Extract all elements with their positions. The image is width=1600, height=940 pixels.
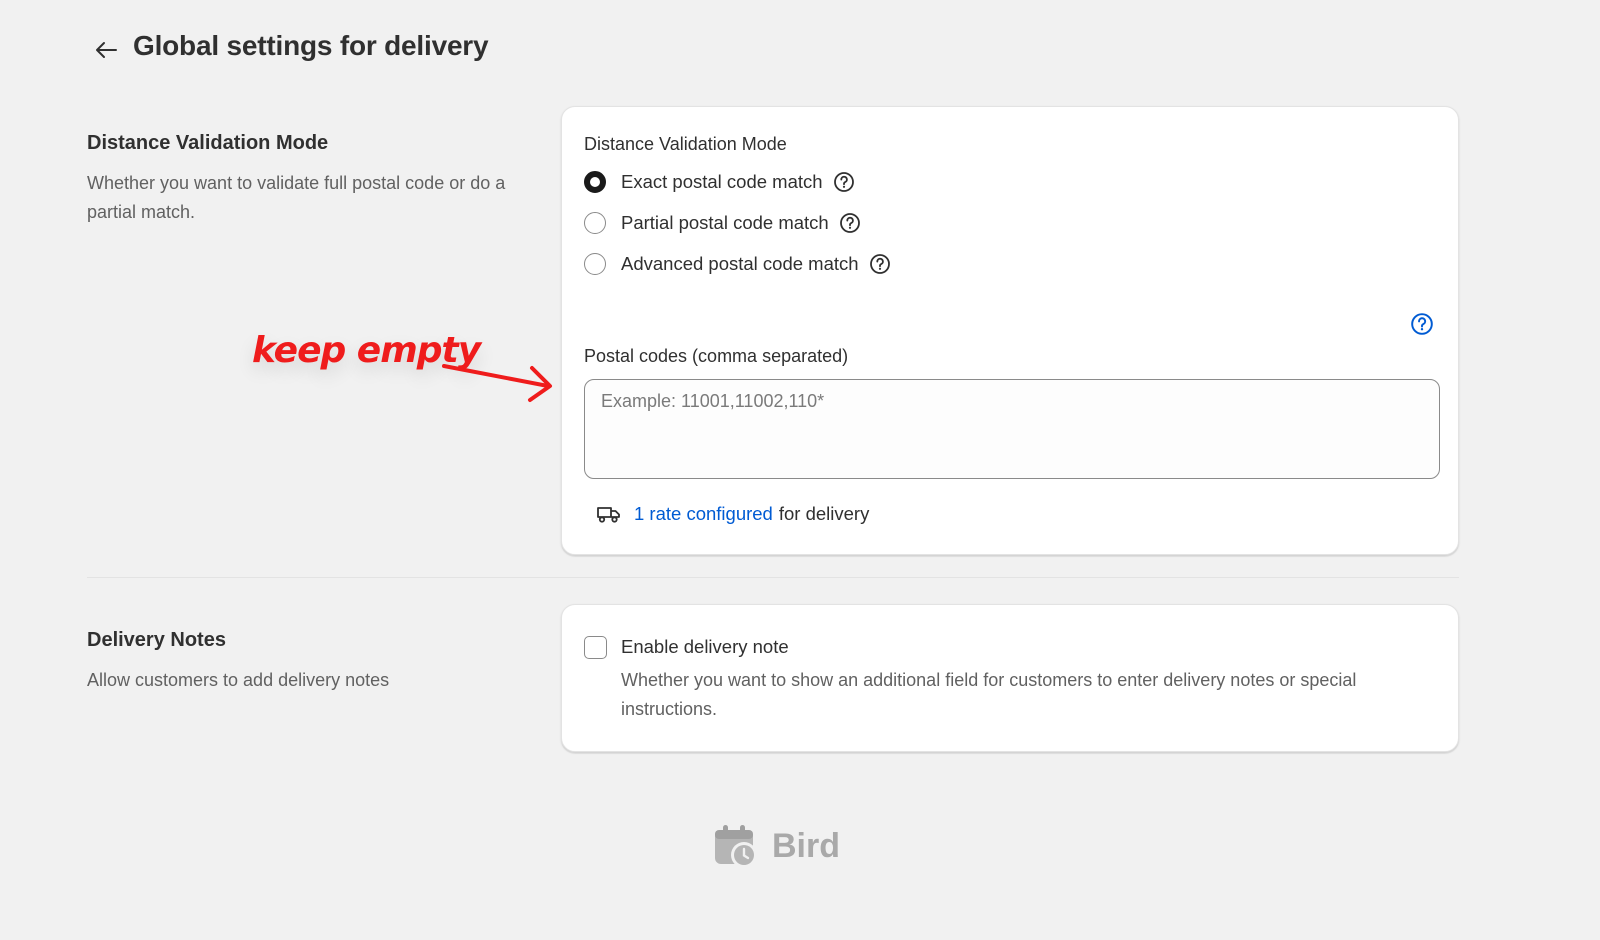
radio-exact-match-label: Exact postal code match xyxy=(621,171,823,192)
radio-advanced-match[interactable]: Advanced postal code match xyxy=(584,253,891,275)
truck-icon xyxy=(597,507,620,523)
calendar-clock-icon xyxy=(715,825,757,868)
postal-codes-help-icon[interactable] xyxy=(1410,312,1434,336)
page: Global settings for delivery Distance Va… xyxy=(0,0,1600,940)
notes-section-description: Allow customers to add delivery notes xyxy=(87,670,390,690)
postal-codes-label: Postal codes (comma separated) xyxy=(584,346,849,366)
rate-configured-row: 1 rate configured for delivery xyxy=(596,503,869,525)
radio-advanced-match-control[interactable] xyxy=(584,253,606,275)
radio-exact-match-control[interactable] xyxy=(584,171,606,193)
question-circle-icon[interactable] xyxy=(839,212,861,234)
radio-advanced-match-label: Advanced postal code match xyxy=(621,253,859,274)
bird-logo: Bird xyxy=(712,822,840,870)
distance-validation-card: Distance Validation Mode Exact postal co… xyxy=(561,106,1459,555)
arrow-left-icon xyxy=(96,42,117,58)
postal-codes-input[interactable] xyxy=(584,379,1440,479)
rate-configured-suffix: for delivery xyxy=(778,503,870,524)
distance-section-title: Distance Validation Mode xyxy=(87,132,329,154)
question-circle-icon[interactable] xyxy=(833,171,855,193)
radio-partial-match[interactable]: Partial postal code match xyxy=(584,212,861,234)
distance-mode-label: Distance Validation Mode xyxy=(584,134,787,154)
question-circle-icon[interactable] xyxy=(869,253,891,275)
enable-delivery-note-label[interactable]: Enable delivery note xyxy=(621,636,789,658)
radio-partial-match-label: Partial postal code match xyxy=(621,212,829,233)
rate-configured-link[interactable]: 1 rate configured xyxy=(634,503,773,525)
back-button[interactable] xyxy=(92,36,120,64)
logo-text: Bird xyxy=(772,826,840,865)
delivery-note-help-text: Whether you want to show an additional f… xyxy=(621,670,1357,719)
delivery-notes-card: Enable delivery note Whether you want to… xyxy=(561,604,1459,752)
section-divider xyxy=(87,577,1459,578)
radio-partial-match-control[interactable] xyxy=(584,212,606,234)
page-title: Global settings for delivery xyxy=(133,30,489,61)
annotation-arrow-icon xyxy=(442,364,552,402)
notes-section-title: Delivery Notes xyxy=(87,629,226,651)
radio-exact-match[interactable]: Exact postal code match xyxy=(584,171,855,193)
distance-section-description: Whether you want to validate full postal… xyxy=(87,173,506,222)
enable-delivery-note-checkbox[interactable] xyxy=(584,636,607,659)
